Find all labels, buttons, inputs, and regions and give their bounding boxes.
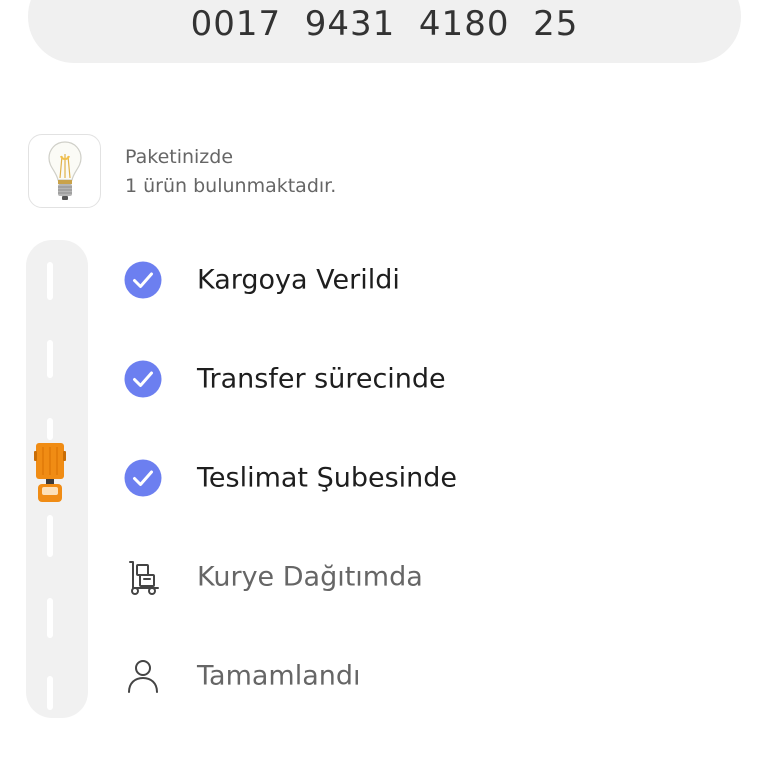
step-label: Teslimat Şubesinde: [197, 462, 458, 494]
light-bulb-icon: [47, 141, 82, 200]
lane-marking: [47, 418, 53, 440]
package-info-line2: 1 ürün bulunmaktadır.: [125, 175, 337, 197]
step-kurye-dagitimda: Kurye Dağıtımda: [124, 557, 423, 597]
step-transfer-surecinde: Transfer sürecinde: [124, 359, 446, 399]
lane-marking: [47, 676, 53, 710]
package-info-line1: Paketinizde: [125, 146, 234, 168]
step-kargoya-verildi: Kargoya Verildi: [124, 260, 400, 300]
step-label: Kargoya Verildi: [197, 264, 400, 296]
lane-marking: [47, 262, 53, 300]
lane-marking: [47, 515, 53, 557]
step-tamamlandi: Tamamlandı: [124, 656, 361, 696]
package-info: Paketinizde 1 ürün bulunmaktadır.: [125, 143, 336, 201]
step-label: Transfer sürecinde: [197, 363, 446, 395]
step-teslimat-subesinde: Teslimat Şubesinde: [124, 458, 457, 498]
step-label: Tamamlandı: [197, 660, 361, 692]
check-circle-icon: [124, 360, 162, 398]
person-icon: [124, 657, 162, 695]
tracking-number-card[interactable]: 0017 9431 4180 25: [28, 0, 741, 63]
lane-marking: [47, 598, 53, 638]
road-bump: [30, 555, 74, 599]
check-circle-icon: [124, 261, 162, 299]
truck-icon: [34, 443, 66, 509]
check-circle-icon: [124, 459, 162, 497]
step-label: Kurye Dağıtımda: [197, 561, 423, 593]
lane-marking: [47, 340, 53, 378]
courier-dolly-icon: [124, 558, 162, 596]
tracking-number: 0017 9431 4180 25: [190, 4, 579, 44]
product-thumbnail[interactable]: [28, 134, 101, 208]
